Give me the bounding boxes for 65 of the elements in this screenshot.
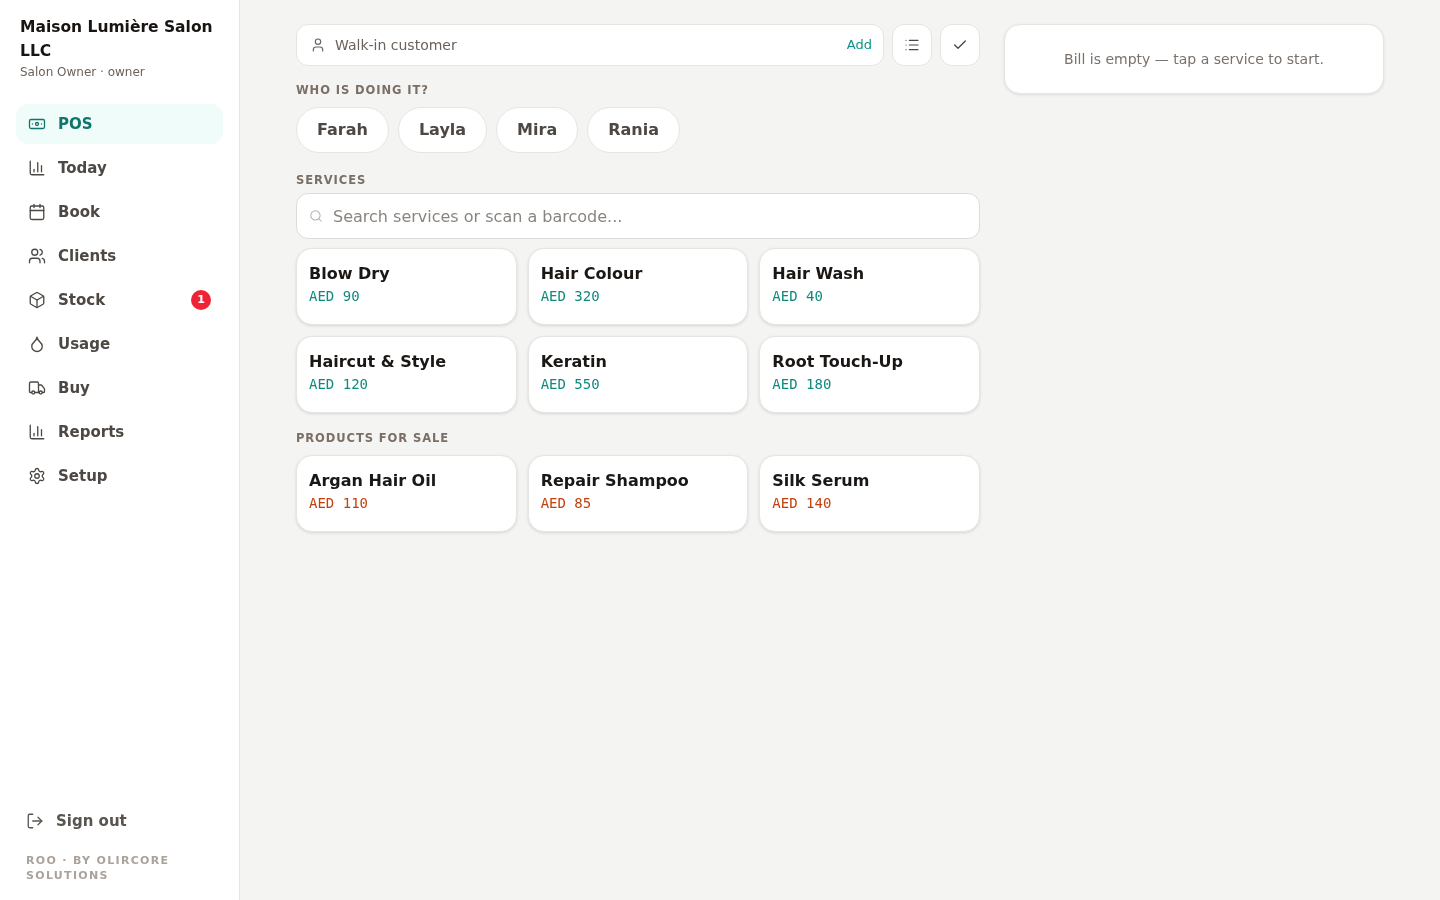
item-name: Repair Shampoo [540,470,689,492]
staff-chip[interactable]: Layla [397,107,488,153]
item-name: Haircut & Style [309,351,447,373]
item-name: Hair Colour [540,263,643,285]
alert-count: 1 [191,290,211,310]
bar-chart-icon [28,423,46,441]
business-name: Maison Lumière Salon LLC [20,17,214,62]
calendar-icon [28,203,46,221]
item-price: AED 85 [540,494,592,512]
service-card[interactable]: Root Touch-Up AED 180 [759,336,980,413]
item-name: Root Touch-Up [772,351,903,373]
item-price: AED 320 [540,287,600,305]
item-price: AED 120 [309,375,368,393]
nav-item[interactable]: Buy [16,368,223,408]
item-price: AED 550 [540,375,600,393]
product-card[interactable]: Silk Serum AED 140 [759,455,980,532]
service-card[interactable]: Haircut & Style AED 120 [296,336,517,413]
truck-icon [28,379,46,397]
footer-credit: ROO · BY OLIRCORE SOLUTIONS [26,853,171,883]
item-name: Keratin [540,351,607,373]
service-card[interactable]: Keratin AED 550 [527,336,749,413]
section-label: WHO IS DOING IT? [296,83,430,97]
service-search-field[interactable]: Search services or scan a barcode... [296,193,980,239]
add-customer-link[interactable]: Add [846,35,872,55]
users-icon [28,247,46,265]
nav-item[interactable]: Book [16,192,223,232]
bar-chart-icon [28,159,46,177]
product-card[interactable]: Argan Hair Oil AED 110 [296,455,517,532]
staff-chip[interactable]: Mira [496,107,579,153]
item-price: AED 90 [309,287,360,305]
search-icon [309,209,323,223]
service-card[interactable]: Hair Wash AED 40 [759,248,980,325]
item-name: Argan Hair Oil [309,470,437,492]
user-icon [310,37,326,53]
item-name: Hair Wash [772,263,865,285]
service-card[interactable]: Hair Colour AED 320 [527,248,749,325]
item-price: AED 110 [309,494,368,512]
item-price: AED 40 [772,287,823,305]
cube-icon [28,291,46,309]
user-role: Salon Owner · owner [20,64,146,80]
section-label: SERVICES [296,173,368,187]
nav-item[interactable]: Clients [16,236,223,276]
list-button[interactable] [892,24,932,66]
settings-icon [28,467,46,485]
staff-chip[interactable]: Farah [296,107,389,153]
confirm-button[interactable] [940,24,980,66]
service-card[interactable]: Blow Dry AED 90 [296,248,517,325]
product-card[interactable]: Repair Shampoo AED 85 [527,455,749,532]
sign-out-icon [26,812,44,830]
item-name: Blow Dry [309,263,390,285]
staff-chip[interactable]: Rania [587,107,680,153]
nav-item[interactable]: Setup [16,456,223,496]
nav-item[interactable]: Today [16,148,223,188]
item-price: AED 140 [772,494,832,512]
sign-out-button[interactable]: Sign out [26,805,127,837]
list-icon [904,37,920,53]
nav-item[interactable]: Usage [16,324,223,364]
nav-item[interactable]: Reports [16,412,223,452]
empty-bill-message: Bill is empty — tap a service to start. [1064,49,1324,69]
nav-item[interactable]: Stock 1 [16,280,223,320]
droplet-icon [28,335,46,353]
item-price: AED 180 [772,375,832,393]
section-label: PRODUCTS FOR SALE [296,431,450,445]
nav-item[interactable]: POS [16,104,223,144]
item-name: Silk Serum [772,470,870,492]
